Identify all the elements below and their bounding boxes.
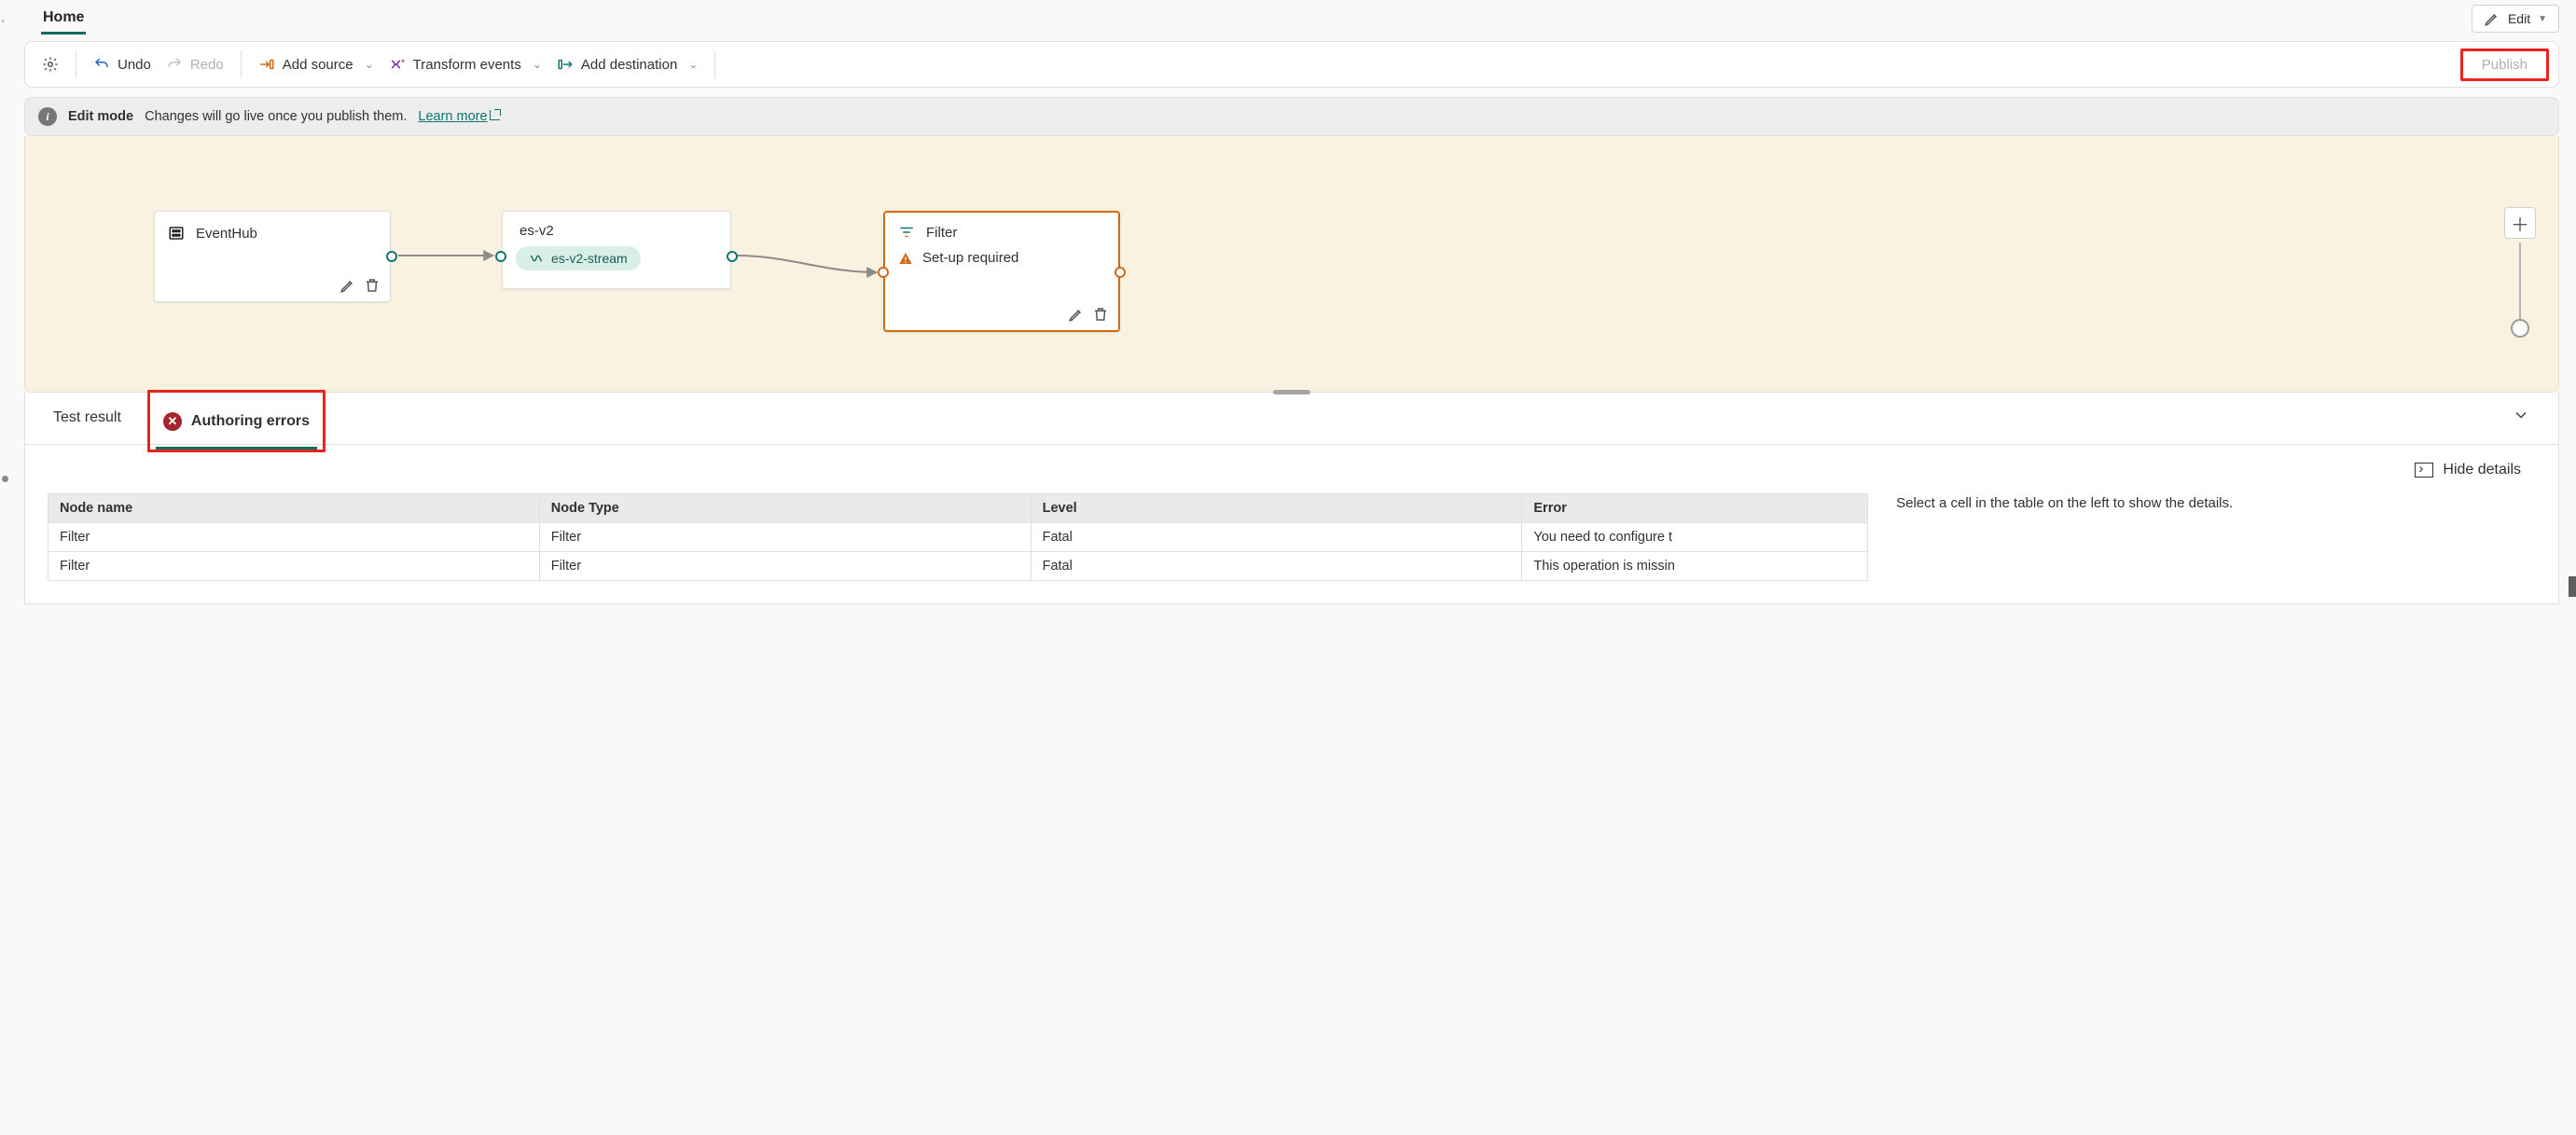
error-badge-icon: ✕ bbox=[163, 412, 182, 431]
pencil-icon[interactable] bbox=[1068, 306, 1085, 323]
transform-icon bbox=[389, 56, 406, 73]
eventhub-icon bbox=[168, 223, 185, 243]
port-out[interactable] bbox=[1115, 267, 1126, 278]
table-row[interactable]: Filter Filter Fatal You need to configur… bbox=[48, 523, 1868, 552]
publish-button: Publish bbox=[2460, 48, 2549, 81]
transform-label: Transform events bbox=[413, 57, 521, 73]
stream-label: es-v2-stream bbox=[551, 251, 628, 266]
warning-icon bbox=[898, 251, 913, 266]
learn-more-link[interactable]: Learn more bbox=[418, 109, 500, 124]
detail-hint: Select a cell in the table on the left t… bbox=[1896, 493, 2536, 581]
transform-button[interactable]: Transform events ⌄ bbox=[381, 50, 549, 78]
add-source-button[interactable]: Add source ⌄ bbox=[251, 50, 381, 78]
tab-authoring-errors-label: Authoring errors bbox=[191, 413, 310, 430]
infobar-lead: Edit mode bbox=[68, 109, 133, 124]
filter-icon bbox=[898, 224, 915, 241]
add-source-label: Add source bbox=[283, 57, 353, 73]
edit-label: Edit bbox=[2508, 11, 2530, 26]
node-eventhub-title: EventHub bbox=[196, 226, 257, 242]
add-destination-button[interactable]: Add destination ⌄ bbox=[549, 50, 705, 78]
undo-icon bbox=[93, 56, 110, 73]
pencil-icon[interactable] bbox=[339, 277, 356, 294]
add-destination-icon bbox=[557, 56, 574, 73]
edge-eventhub-esv2 bbox=[391, 246, 512, 265]
cell-error[interactable]: You need to configure t bbox=[1522, 523, 1868, 552]
errors-table: Node name Node Type Level Error Filter F… bbox=[48, 493, 1868, 581]
edit-mode-infobar: i Edit mode Changes will go live once yo… bbox=[24, 97, 2559, 136]
stray-dot bbox=[2, 476, 8, 482]
bottom-tabs: Test result ✕ Authoring errors bbox=[25, 391, 2558, 445]
redo-label: Redo bbox=[190, 57, 224, 73]
chevron-down-icon bbox=[2512, 406, 2530, 424]
hide-details-icon bbox=[2415, 463, 2433, 478]
col-node-name[interactable]: Node name bbox=[48, 494, 540, 523]
scrollbar-thumb[interactable] bbox=[2569, 576, 2576, 597]
tab-home[interactable]: Home bbox=[41, 4, 86, 35]
add-destination-label: Add destination bbox=[581, 57, 677, 73]
pencil-icon bbox=[2484, 10, 2500, 27]
trash-icon[interactable] bbox=[364, 277, 381, 294]
chevron-down-icon: ⌄ bbox=[688, 58, 698, 71]
settings-button[interactable] bbox=[35, 50, 66, 78]
zoom-slider-thumb[interactable] bbox=[2511, 319, 2529, 338]
table-row[interactable]: Filter Filter Fatal This operation is mi… bbox=[48, 552, 1868, 581]
edit-dropdown[interactable]: Edit ▼ bbox=[2472, 5, 2559, 33]
external-link-icon bbox=[490, 109, 501, 120]
col-error[interactable]: Error bbox=[1522, 494, 1868, 523]
redo-button: Redo bbox=[159, 50, 231, 78]
col-node-type[interactable]: Node Type bbox=[539, 494, 1031, 523]
node-esv2-title: es-v2 bbox=[519, 223, 554, 239]
collapse-panel-button[interactable] bbox=[2502, 402, 2540, 433]
undo-button[interactable]: Undo bbox=[86, 50, 159, 78]
col-level[interactable]: Level bbox=[1031, 494, 1522, 523]
cell-node-type[interactable]: Filter bbox=[539, 552, 1031, 581]
vertical-scrollbar[interactable] bbox=[2567, 37, 2576, 597]
stream-chip[interactable]: es-v2-stream bbox=[516, 246, 641, 270]
port-out[interactable] bbox=[386, 251, 397, 262]
trash-icon[interactable] bbox=[1092, 306, 1109, 323]
panel-resize-handle[interactable] bbox=[1273, 390, 1310, 394]
stream-icon bbox=[529, 251, 544, 266]
add-source-icon bbox=[258, 56, 275, 73]
undo-label: Undo bbox=[118, 57, 151, 73]
node-filter-title: Filter bbox=[926, 225, 957, 241]
bottom-panel: Test result ✕ Authoring errors Hide deta… bbox=[24, 391, 2559, 604]
table-header-row: Node name Node Type Level Error bbox=[48, 494, 1868, 523]
toolbar: Undo Redo Add source ⌄ Transform events … bbox=[24, 41, 2559, 88]
tab-test-result[interactable]: Test result bbox=[44, 391, 131, 444]
node-esv2[interactable]: es-v2 es-v2-stream bbox=[502, 211, 731, 289]
hide-details-label: Hide details bbox=[2443, 462, 2521, 478]
stray-text: s bbox=[2, 19, 5, 24]
cell-error[interactable]: This operation is missin bbox=[1522, 552, 1868, 581]
info-icon: i bbox=[38, 107, 57, 126]
gear-icon bbox=[42, 56, 59, 73]
tab-authoring-errors[interactable]: ✕ Authoring errors bbox=[147, 390, 325, 452]
edge-esv2-filter bbox=[731, 246, 899, 284]
cell-level[interactable]: Fatal bbox=[1031, 552, 1522, 581]
caret-down-icon: ▼ bbox=[2538, 14, 2547, 24]
add-node-button[interactable]: ＋ bbox=[2504, 207, 2536, 239]
cell-node-name[interactable]: Filter bbox=[48, 523, 540, 552]
node-eventhub[interactable]: EventHub bbox=[154, 211, 391, 302]
top-tabs: Home Edit ▼ bbox=[24, 0, 2559, 37]
node-filter[interactable]: Filter Set-up required bbox=[883, 211, 1120, 332]
node-filter-status: Set-up required bbox=[922, 250, 1018, 266]
port-out[interactable] bbox=[727, 251, 738, 262]
port-in[interactable] bbox=[878, 267, 889, 278]
infobar-body: Changes will go live once you publish th… bbox=[145, 109, 407, 124]
port-in[interactable] bbox=[495, 251, 506, 262]
cell-node-name[interactable]: Filter bbox=[48, 552, 540, 581]
canvas[interactable]: EventHub es-v2 es-v2-stream Fil bbox=[24, 136, 2559, 393]
chevron-down-icon: ⌄ bbox=[533, 58, 542, 71]
cell-level[interactable]: Fatal bbox=[1031, 523, 1522, 552]
chevron-down-icon: ⌄ bbox=[365, 58, 374, 71]
redo-icon bbox=[166, 56, 183, 73]
hide-details-button[interactable]: Hide details bbox=[25, 445, 2558, 493]
cell-node-type[interactable]: Filter bbox=[539, 523, 1031, 552]
